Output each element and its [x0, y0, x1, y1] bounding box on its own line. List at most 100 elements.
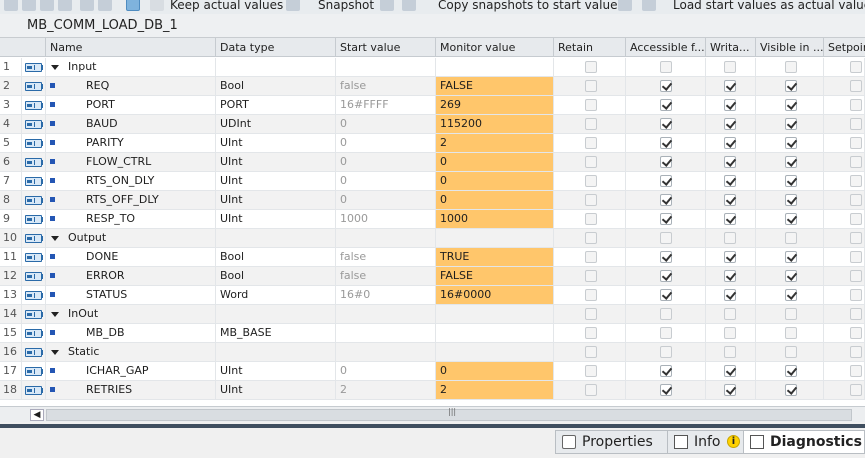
visible-checkbox[interactable] — [785, 289, 797, 301]
cell-start-value[interactable]: false — [336, 248, 436, 266]
retain-checkbox[interactable] — [585, 346, 597, 358]
writable-checkbox[interactable] — [724, 156, 736, 168]
cell-monitor-value[interactable]: 0 — [436, 153, 554, 171]
retain-checkbox[interactable] — [585, 137, 597, 149]
retain-checkbox[interactable] — [585, 61, 597, 73]
writable-checkbox[interactable] — [724, 99, 736, 111]
visible-checkbox[interactable] — [785, 99, 797, 111]
writable-checkbox[interactable] — [724, 175, 736, 187]
cell-data-type[interactable]: UInt — [216, 210, 336, 228]
visible-checkbox[interactable] — [785, 270, 797, 282]
cell-name[interactable]: ERROR — [46, 267, 216, 285]
table-row[interactable]: 16 Static — [0, 343, 865, 362]
monitor-all-icon[interactable] — [126, 0, 140, 11]
cell-monitor-value[interactable]: 16#0000 — [436, 286, 554, 304]
column-header-retain[interactable]: Retain — [554, 38, 626, 57]
setpoint-checkbox[interactable] — [850, 270, 862, 282]
column-header-name[interactable]: Name — [46, 38, 216, 57]
column-header-start-value[interactable]: Start value — [336, 38, 436, 57]
expand-icon[interactable] — [58, 0, 72, 11]
cell-data-type[interactable]: UInt — [216, 381, 336, 399]
writable-checkbox[interactable] — [724, 137, 736, 149]
cell-start-value[interactable]: 1000 — [336, 210, 436, 228]
cell-name[interactable]: PORT — [46, 96, 216, 114]
setpoint-checkbox[interactable] — [850, 175, 862, 187]
accessible-checkbox[interactable] — [660, 384, 672, 396]
cell-start-value[interactable] — [336, 58, 436, 76]
cell-name[interactable]: InOut — [46, 305, 216, 323]
setpoint-checkbox[interactable] — [850, 118, 862, 130]
copy-snapshot-to-start-icon[interactable] — [402, 0, 416, 11]
accessible-checkbox[interactable] — [660, 251, 672, 263]
snapshot-button[interactable]: Snapshot — [318, 0, 374, 13]
cell-data-type[interactable]: MB_BASE — [216, 324, 336, 342]
writable-checkbox[interactable] — [724, 213, 736, 225]
accessible-checkbox[interactable] — [660, 99, 672, 111]
setpoint-checkbox[interactable] — [850, 346, 862, 358]
writable-checkbox[interactable] — [724, 232, 736, 244]
column-header-writable[interactable]: Writa... — [706, 38, 756, 57]
setpoint-checkbox[interactable] — [850, 289, 862, 301]
cell-start-value[interactable] — [336, 324, 436, 342]
cell-name[interactable]: MB_DB — [46, 324, 216, 342]
cell-monitor-value[interactable]: 0 — [436, 172, 554, 190]
setpoint-checkbox[interactable] — [850, 365, 862, 377]
horizontal-scrollbar[interactable]: ◀ ||| — [0, 406, 865, 422]
table-row[interactable]: 10 Output — [0, 229, 865, 248]
tab-info[interactable]: Info i — [667, 430, 745, 454]
setpoint-checkbox[interactable] — [850, 327, 862, 339]
cell-start-value[interactable]: 0 — [336, 134, 436, 152]
scroll-left-button[interactable]: ◀ — [30, 409, 44, 421]
visible-checkbox[interactable] — [785, 384, 797, 396]
cell-monitor-value[interactable] — [436, 324, 554, 342]
accessible-checkbox[interactable] — [660, 232, 672, 244]
cell-monitor-value[interactable] — [436, 229, 554, 247]
copy-snapshots-button[interactable]: Copy snapshots to start values — [438, 0, 624, 13]
copy-snapshot-icon[interactable] — [380, 0, 394, 11]
visible-checkbox[interactable] — [785, 80, 797, 92]
cell-data-type[interactable]: Bool — [216, 267, 336, 285]
cell-data-type[interactable] — [216, 229, 336, 247]
cell-monitor-value[interactable]: 1000 — [436, 210, 554, 228]
table-row[interactable]: 13 STATUS Word 16#0 16#0000 — [0, 286, 865, 305]
visible-checkbox[interactable] — [785, 194, 797, 206]
writable-checkbox[interactable] — [724, 308, 736, 320]
table-row[interactable]: 14 InOut — [0, 305, 865, 324]
column-header-monitor-value[interactable]: Monitor value — [436, 38, 554, 57]
writable-checkbox[interactable] — [724, 194, 736, 206]
setpoint-checkbox[interactable] — [850, 137, 862, 149]
table-row[interactable]: 9 RESP_TO UInt 1000 1000 — [0, 210, 865, 229]
visible-checkbox[interactable] — [785, 327, 797, 339]
cell-data-type[interactable]: UInt — [216, 172, 336, 190]
accessible-checkbox[interactable] — [660, 308, 672, 320]
cell-start-value[interactable]: 2 — [336, 381, 436, 399]
cell-name[interactable]: RTS_OFF_DLY — [46, 191, 216, 209]
cell-data-type[interactable]: Bool — [216, 77, 336, 95]
list-icon[interactable] — [80, 0, 94, 11]
retain-checkbox[interactable] — [585, 289, 597, 301]
cell-data-type[interactable] — [216, 343, 336, 361]
cell-start-value[interactable]: 0 — [336, 115, 436, 133]
visible-checkbox[interactable] — [785, 175, 797, 187]
table-row[interactable]: 11 DONE Bool false TRUE — [0, 248, 865, 267]
visible-checkbox[interactable] — [785, 137, 797, 149]
column-header-visible[interactable]: Visible in ... — [756, 38, 824, 57]
accessible-checkbox[interactable] — [660, 61, 672, 73]
retain-checkbox[interactable] — [585, 232, 597, 244]
accessible-checkbox[interactable] — [660, 327, 672, 339]
table-row[interactable]: 5 PARITY UInt 0 2 — [0, 134, 865, 153]
compare-icon[interactable] — [22, 0, 36, 11]
cell-data-type[interactable] — [216, 58, 336, 76]
cell-name[interactable]: RESP_TO — [46, 210, 216, 228]
cell-monitor-value[interactable]: 269 — [436, 96, 554, 114]
table-row[interactable]: 12 ERROR Bool false FALSE — [0, 267, 865, 286]
expand-triangle-icon[interactable] — [51, 236, 59, 241]
writable-checkbox[interactable] — [724, 118, 736, 130]
writable-checkbox[interactable] — [724, 346, 736, 358]
cell-data-type[interactable]: UInt — [216, 191, 336, 209]
retain-checkbox[interactable] — [585, 118, 597, 130]
cell-name[interactable]: Input — [46, 58, 216, 76]
visible-checkbox[interactable] — [785, 213, 797, 225]
writable-checkbox[interactable] — [724, 270, 736, 282]
snapshot-icon[interactable] — [286, 0, 300, 11]
